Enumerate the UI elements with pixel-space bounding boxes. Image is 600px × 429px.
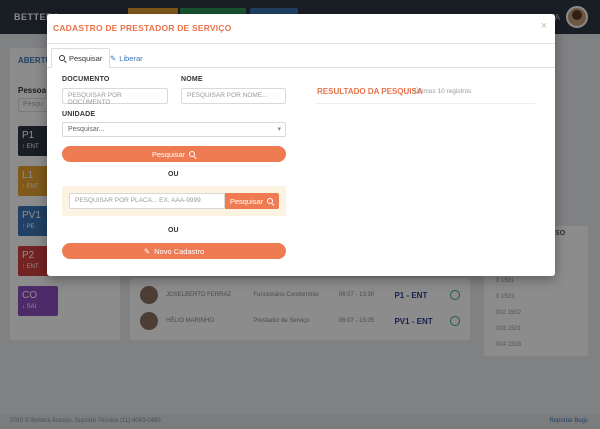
service-provider-modal: CADASTRO DE PRESTADOR DE SERVIÇO × Pesqu… xyxy=(47,14,555,276)
tab-label: Pesquisar xyxy=(69,53,103,63)
tab-liberar[interactable]: ✎ Liberar xyxy=(103,48,150,68)
result-title: RESULTADO DA PESQUISA xyxy=(317,87,423,96)
plate-search-button[interactable]: Pesquisar xyxy=(225,193,279,209)
close-icon[interactable]: × xyxy=(541,20,547,32)
unidade-label: UNIDADE xyxy=(62,111,96,118)
new-registration-button[interactable]: ✎ Novo Cadastro xyxy=(62,243,286,259)
plate-search-box: PESQUISAR POR PLACA... EX. AAA-9999 Pesq… xyxy=(62,186,286,216)
edit-icon: ✎ xyxy=(110,53,117,63)
modal-tabs: Pesquisar ✎ Liberar xyxy=(47,48,555,68)
button-label: Pesquisar xyxy=(229,196,264,206)
button-label: Pesquisar xyxy=(151,149,186,159)
search-icon xyxy=(59,54,66,62)
button-label: Novo Cadastro xyxy=(154,246,205,256)
unidade-value: Pesquisar... xyxy=(68,126,105,133)
documento-input[interactable]: PESQUISAR POR DOCUMENTO xyxy=(62,88,168,106)
tab-label: Liberar xyxy=(119,53,143,63)
tab-pesquisar[interactable]: Pesquisar xyxy=(51,48,111,68)
search-icon xyxy=(189,150,196,158)
search-icon xyxy=(267,197,274,205)
modal-header: CADASTRO DE PRESTADOR DE SERVIÇO × xyxy=(47,14,555,44)
nome-label: NOME xyxy=(181,76,203,83)
chevron-down-icon: ▾ xyxy=(277,126,281,133)
search-button[interactable]: Pesquisar xyxy=(62,146,286,162)
documento-label: DOCUMENTO xyxy=(62,76,110,83)
plate-input[interactable]: PESQUISAR POR PLACA... EX. AAA-9999 xyxy=(69,193,225,209)
modal-title: CADASTRO DE PRESTADOR DE SERVIÇO xyxy=(53,23,232,33)
result-subtitle: Últimos 10 registros xyxy=(414,88,472,95)
divider xyxy=(315,103,535,104)
or-separator: OU xyxy=(168,227,179,234)
or-separator: OU xyxy=(168,171,179,178)
edit-icon: ✎ xyxy=(143,246,151,256)
unidade-select[interactable]: Pesquisar... ▾ xyxy=(62,122,286,137)
nome-input[interactable]: PESQUISAR POR NOME... xyxy=(181,88,286,104)
